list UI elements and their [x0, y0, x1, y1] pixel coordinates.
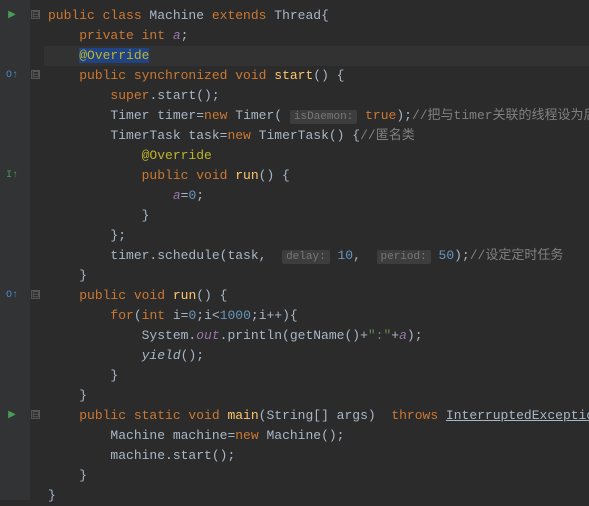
code-line[interactable]: }; — [44, 226, 589, 246]
code-line[interactable]: @Override — [44, 46, 589, 66]
code-line[interactable]: } — [44, 366, 589, 386]
fold-handle-icon[interactable]: ⊟ — [31, 290, 40, 299]
code-line[interactable]: timer.schedule(task, delay: 10, period: … — [44, 246, 589, 266]
code-line[interactable]: TimerTask task=new TimerTask() {//匿名类 — [44, 126, 589, 146]
code-line[interactable]: Machine machine=new Machine(); — [44, 426, 589, 446]
run-main-icon[interactable]: ▶ — [5, 408, 19, 422]
code-line[interactable]: System.out.println(getName()+":"+a); — [44, 326, 589, 346]
code-line[interactable]: public void run() { — [44, 166, 589, 186]
fold-handle-icon[interactable]: ⊟ — [31, 70, 40, 79]
code-line[interactable]: } — [44, 266, 589, 286]
code-line[interactable]: public class Machine extends Thread{ — [44, 6, 589, 26]
override-method-icon[interactable]: O↑ — [5, 68, 19, 82]
code-editor[interactable]: ▶ O↑ I↑ O↑ ▶ ⊟ ⊟ ⊟ ⊟ public class Machin… — [0, 0, 589, 500]
gutter: ▶ O↑ I↑ O↑ ▶ — [0, 0, 30, 500]
code-line[interactable]: Timer timer=new Timer( isDaemon: true);/… — [44, 106, 589, 126]
code-line[interactable]: machine.start(); — [44, 446, 589, 466]
implements-method-icon[interactable]: I↑ — [5, 168, 19, 182]
code-line[interactable]: super.start(); — [44, 86, 589, 106]
code-line[interactable]: @Override — [44, 146, 589, 166]
fold-column: ⊟ ⊟ ⊟ ⊟ — [30, 0, 44, 500]
code-line[interactable]: yield(); — [44, 346, 589, 366]
fold-handle-icon[interactable]: ⊟ — [31, 410, 40, 419]
code-line[interactable]: } — [44, 466, 589, 486]
code-line[interactable]: private int a; — [44, 26, 589, 46]
override-method-icon[interactable]: O↑ — [5, 288, 19, 302]
code-line[interactable]: } — [44, 386, 589, 406]
code-line[interactable]: for(int i=0;i<1000;i++){ — [44, 306, 589, 326]
code-line[interactable]: public void run() { — [44, 286, 589, 306]
code-line[interactable]: } — [44, 206, 589, 226]
code-area[interactable]: public class Machine extends Thread{ pri… — [44, 0, 589, 500]
code-line[interactable]: public static void main(String[] args) t… — [44, 406, 589, 426]
code-line[interactable]: a=0; — [44, 186, 589, 206]
run-class-icon[interactable]: ▶ — [5, 8, 19, 22]
fold-handle-icon[interactable]: ⊟ — [31, 10, 40, 19]
code-line[interactable]: } — [44, 486, 589, 506]
code-line[interactable]: public synchronized void start() { — [44, 66, 589, 86]
